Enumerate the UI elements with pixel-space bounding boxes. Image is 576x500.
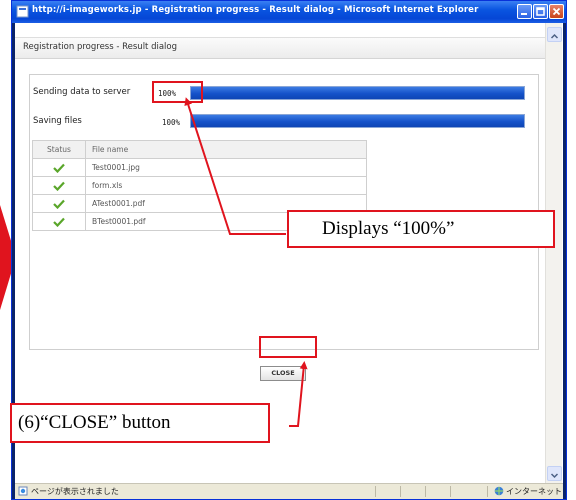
status-divider (450, 486, 451, 497)
status-divider (375, 486, 376, 497)
scroll-down-button[interactable] (547, 466, 562, 481)
status-divider (487, 486, 488, 497)
window-title: http://i-imageworks.jp - Registration pr… (32, 5, 479, 15)
check-icon (53, 181, 65, 191)
title-bar[interactable]: http://i-imageworks.jp - Registration pr… (12, 1, 566, 23)
check-icon (53, 199, 65, 209)
maximize-button[interactable] (533, 4, 548, 19)
progress-bar-sending (190, 86, 525, 100)
dialog-title: Registration progress - Result dialog (23, 42, 178, 52)
browser-client-area: Registration progress - Result dialog Se… (15, 23, 563, 483)
chevron-down-icon (550, 473, 559, 479)
file-name-cell: ATest0001.pdf (85, 194, 367, 213)
progress-label-sending: Sending data to server (33, 87, 131, 97)
table-header-row: Status File name (32, 140, 367, 159)
minimize-button[interactable] (517, 4, 532, 19)
file-name-cell: form.xls (85, 176, 367, 195)
check-icon (53, 217, 65, 227)
table-row: form.xls (32, 176, 367, 195)
scroll-up-button[interactable] (547, 27, 562, 42)
minimize-icon (521, 13, 527, 15)
status-cell (32, 158, 86, 177)
internet-zone-text: インターネット (506, 487, 562, 496)
status-cell (32, 176, 86, 195)
file-name-cell: BTest0001.pdf (85, 212, 367, 231)
vertical-scrollbar[interactable] (545, 23, 562, 483)
column-header-status: Status (32, 140, 86, 159)
progress-fill-sending (191, 87, 524, 99)
progress-fill-saving (191, 115, 524, 127)
dialog-header: Registration progress - Result dialog (15, 37, 545, 59)
table-row: Test0001.jpg (32, 158, 367, 177)
progress-percent-sending: 100% (158, 89, 177, 98)
column-header-file-name: File name (85, 140, 367, 159)
close-button[interactable]: CLOSE (260, 366, 306, 381)
ie-page-icon (16, 5, 29, 18)
close-icon (552, 7, 561, 16)
status-text: ページが表示されました (31, 487, 119, 496)
chevron-up-icon (550, 33, 559, 39)
maximize-icon (536, 7, 545, 16)
close-window-button[interactable] (549, 4, 564, 19)
file-name-cell: Test0001.jpg (85, 158, 367, 177)
ie-window: http://i-imageworks.jp - Registration pr… (11, 0, 567, 500)
internet-zone-icon (494, 486, 504, 496)
page-done-icon (18, 486, 28, 496)
file-table: Status File name Test0001.jpg form.xls A… (32, 140, 367, 231)
progress-label-saving: Saving files (33, 116, 82, 126)
progress-percent-saving: 100% (162, 118, 181, 127)
table-row: ATest0001.pdf (32, 194, 367, 213)
page-content: Registration progress - Result dialog Se… (15, 23, 545, 483)
check-icon (53, 163, 65, 173)
status-bar: ページが表示されました インターネット (15, 483, 563, 499)
status-divider (400, 486, 401, 497)
status-cell (32, 194, 86, 213)
status-divider (425, 486, 426, 497)
status-cell (32, 212, 86, 231)
table-row: BTest0001.pdf (32, 212, 367, 231)
progress-bar-saving (190, 114, 525, 128)
